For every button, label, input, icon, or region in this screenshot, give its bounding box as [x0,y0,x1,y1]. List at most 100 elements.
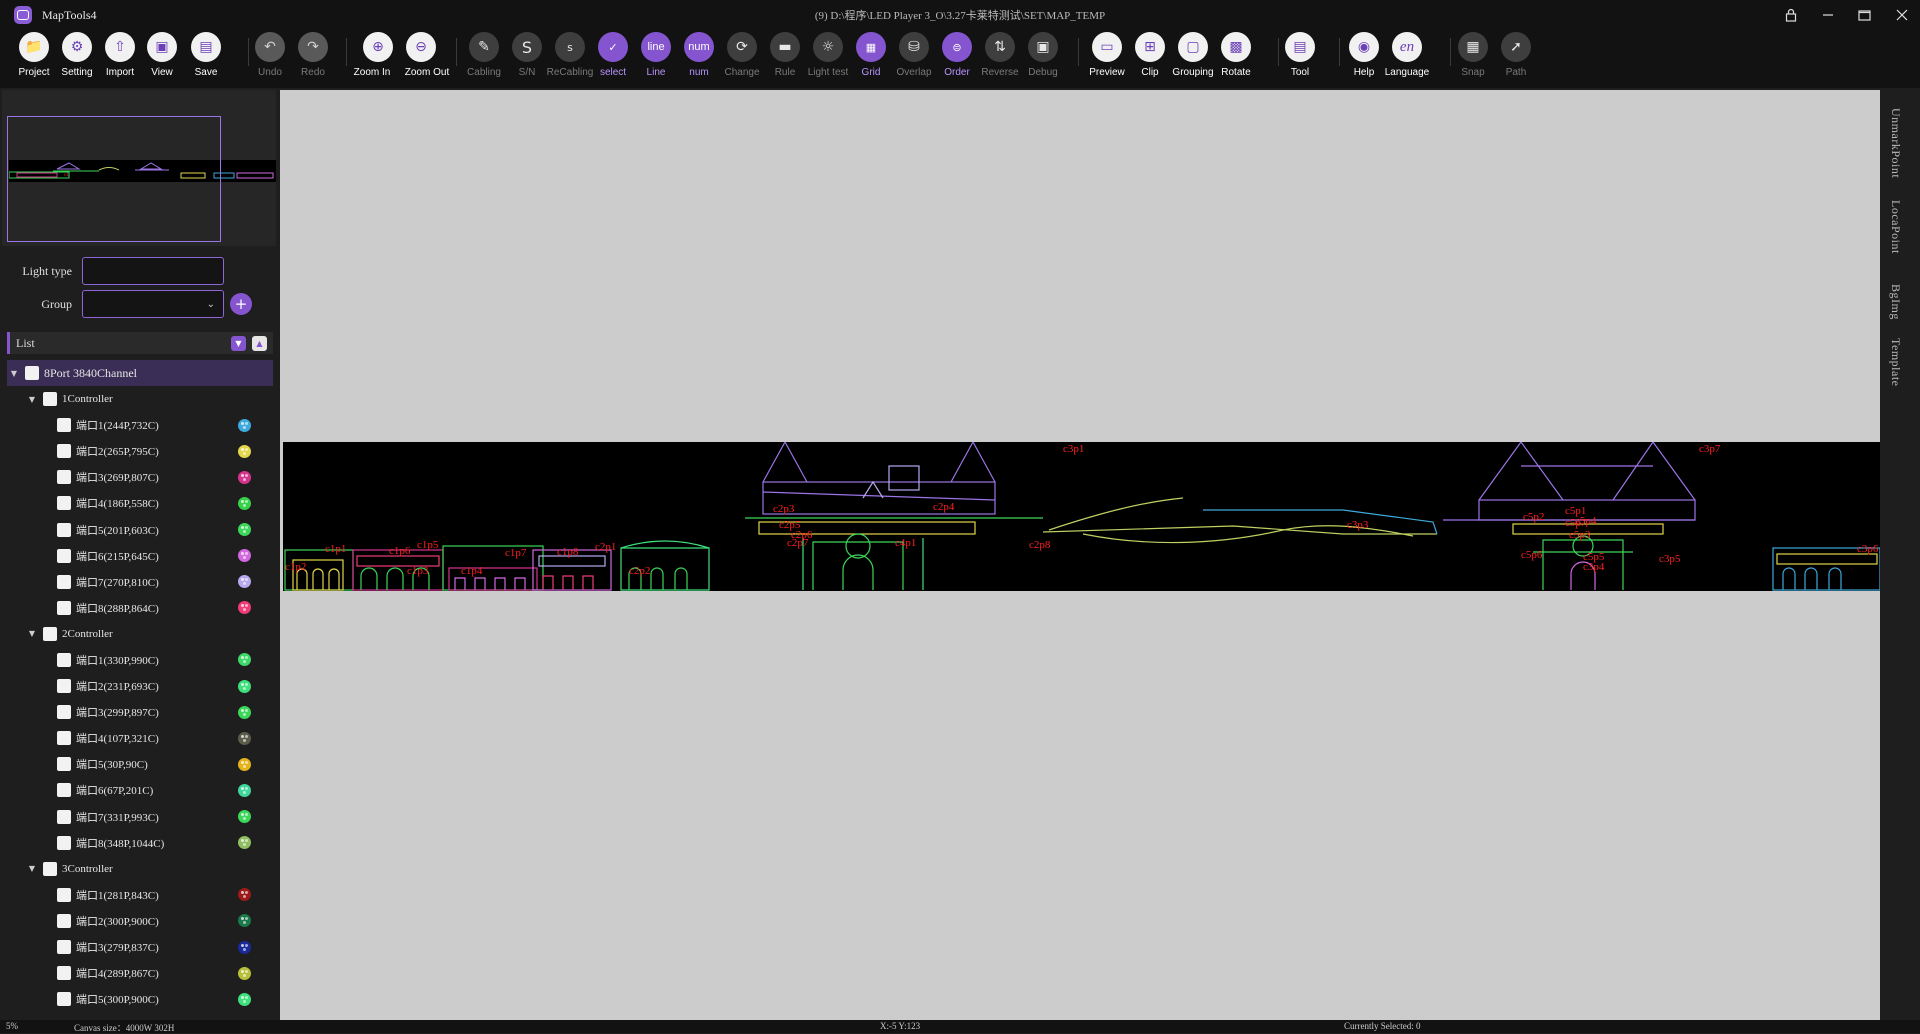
port-checkbox[interactable] [57,470,71,485]
port-checkbox[interactable] [57,783,71,798]
toolbar-redo-button[interactable]: ↷ Redo [291,32,335,78]
port-checkbox[interactable] [57,887,71,902]
controller-checkbox[interactable] [43,392,57,407]
caret-down-icon[interactable]: ▼ [7,369,21,378]
palette-icon[interactable] [238,705,251,719]
port-node[interactable]: 端口2(300P,900C) [7,908,273,934]
port-checkbox[interactable] [57,809,71,824]
port-node[interactable]: 端口3(269P,807C) [7,464,273,490]
light-map-strip[interactable]: c1p1 c1p2 c1p3 c1p4 c1p5 c1p6 c1p7 c1p8 c2p1 c2p2… [283,440,1880,591]
port-checkbox[interactable] [57,757,71,772]
palette-icon[interactable] [238,757,251,771]
expand-all-button[interactable]: ▲ [252,335,267,351]
port-node[interactable]: 端口6(215P,645C) [7,543,273,569]
toolbar-tool-button[interactable]: ▤ Tool [1278,32,1322,78]
lock-icon[interactable] [1772,0,1809,30]
add-group-button[interactable]: + [230,293,252,315]
port-checkbox[interactable] [57,992,71,1007]
port-checkbox[interactable] [57,496,71,511]
port-node[interactable]: 端口5(30P,90C) [7,751,273,777]
palette-icon[interactable] [238,444,251,458]
port-node[interactable]: 端口8(348P,1044C) [7,830,273,856]
toolbar-zoom-in-button[interactable]: ⊕ Zoom In [354,32,400,78]
maximize-icon[interactable] [1846,0,1883,30]
port-node[interactable]: 端口1(244P,732C) [7,412,273,438]
root-checkbox[interactable] [25,366,39,380]
palette-icon[interactable] [238,601,251,615]
palette-icon[interactable] [238,653,251,667]
palette-icon[interactable] [238,966,251,980]
group-select[interactable]: ⌄ [82,290,224,318]
controller-node[interactable]: ▼ 2Controller [7,621,273,647]
port-checkbox[interactable] [57,913,71,928]
minimap-viewport-frame[interactable] [7,116,221,242]
palette-icon[interactable] [238,783,251,797]
toolbar-save-button[interactable]: ▤ Save [184,32,228,78]
controller-node[interactable]: ▼ 3Controller [7,856,273,882]
toolbar-path-button[interactable]: ➚ Path [1494,32,1538,78]
drawing-canvas[interactable]: c1p1 c1p2 c1p3 c1p4 c1p5 c1p6 c1p7 c1p8 c2p1 c2p2… [280,90,1880,1020]
palette-icon[interactable] [238,888,251,902]
caret-down-icon[interactable]: ▼ [25,629,39,638]
port-node[interactable]: 端口5(300P,900C) [7,986,273,1012]
close-icon[interactable] [1883,0,1920,30]
controller-node[interactable]: ▼ 1Controller [7,386,273,412]
controller-checkbox[interactable] [43,626,57,641]
port-node[interactable]: 端口4(107P,321C) [7,725,273,751]
port-checkbox[interactable] [57,652,71,667]
palette-icon[interactable] [238,992,251,1006]
palette-icon[interactable] [238,496,251,510]
palette-icon[interactable] [238,940,251,954]
port-checkbox[interactable] [57,835,71,850]
minimize-icon[interactable] [1809,0,1846,30]
port-node[interactable]: 端口1(330P,990C) [7,647,273,673]
port-checkbox[interactable] [57,574,71,589]
port-checkbox[interactable] [57,966,71,981]
toolbar-rotate-button[interactable]: ▩ Rotate [1214,32,1258,78]
port-node[interactable]: 端口2(265P,795C) [7,438,273,464]
tree-root[interactable]: ▼ 8Port 3840Channel [7,360,273,386]
palette-icon[interactable] [238,914,251,928]
port-checkbox[interactable] [57,679,71,694]
palette-icon[interactable] [238,523,251,537]
palette-icon[interactable] [238,470,251,484]
light-type-input[interactable] [82,257,224,285]
palette-icon[interactable] [238,731,251,745]
toolbar-zoom-out-button[interactable]: ⊖ Zoom Out [399,32,449,78]
palette-icon[interactable] [238,575,251,589]
toolbar-debug-button[interactable]: ▣ Debug [1021,32,1065,78]
port-node[interactable]: 端口2(231P,693C) [7,673,273,699]
caret-down-icon[interactable]: ▼ [25,395,39,404]
port-checkbox[interactable] [57,444,71,459]
port-checkbox[interactable] [57,548,71,563]
palette-icon[interactable] [238,549,251,563]
port-node[interactable]: 端口1(281P,843C) [7,882,273,908]
port-node[interactable]: 端口8(288P,864C) [7,595,273,621]
port-checkbox[interactable] [57,705,71,720]
port-checkbox[interactable] [57,418,71,433]
port-node[interactable]: 端口6(67P,201C) [7,777,273,803]
port-checkbox[interactable] [57,731,71,746]
port-node[interactable]: 端口3(299P,897C) [7,699,273,725]
right-tab-template[interactable]: Template [1888,338,1903,386]
collapse-all-button[interactable]: ▼ [231,335,246,351]
right-tab-bgimg[interactable]: BgImg [1888,284,1903,320]
palette-icon[interactable] [238,810,251,824]
overview-minimap[interactable]: c1 [2,90,276,246]
palette-icon[interactable] [238,836,251,850]
right-tab-locapoint[interactable]: LocaPoint [1888,200,1903,254]
port-checkbox[interactable] [57,600,71,615]
port-node[interactable]: 端口7(331P,993C) [7,804,273,830]
port-checkbox[interactable] [57,522,71,537]
caret-down-icon[interactable]: ▼ [25,864,39,873]
toolbar-language-button[interactable]: en Language [1385,32,1429,78]
palette-icon[interactable] [238,418,251,432]
port-node[interactable]: 端口5(201P,603C) [7,516,273,542]
port-node[interactable]: 端口4(186P,558C) [7,490,273,516]
port-node[interactable]: 端口4(289P,867C) [7,960,273,986]
controller-checkbox[interactable] [43,861,57,876]
port-node[interactable]: 端口7(270P,810C) [7,569,273,595]
port-node[interactable]: 端口3(279P,837C) [7,934,273,960]
port-checkbox[interactable] [57,940,71,955]
right-tab-unmarkpoint[interactable]: UnmarkPoint [1888,108,1903,178]
